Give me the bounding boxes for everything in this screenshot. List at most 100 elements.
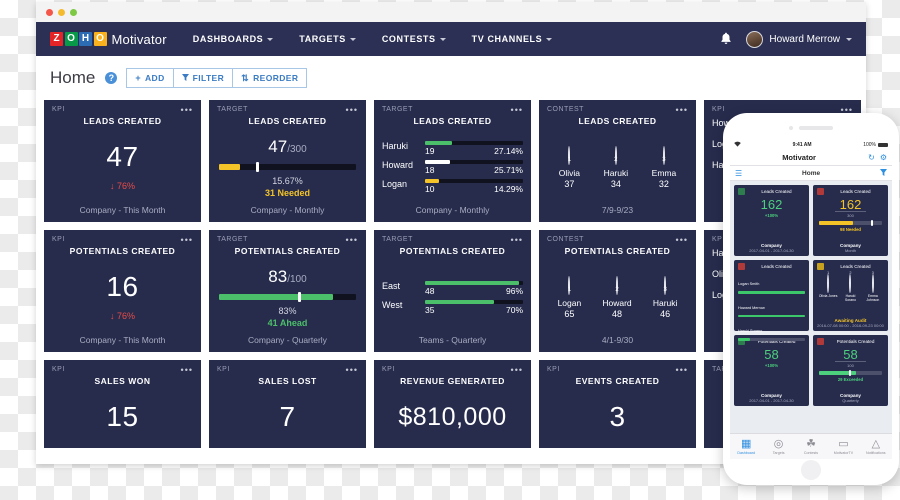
phone-tab-notifications[interactable]: △ Notifications — [860, 438, 892, 455]
phone-contest-name: Olivia Jones — [818, 294, 838, 298]
phone-leaderboard-fill — [738, 291, 805, 294]
contest-person[interactable]: 3 Emma32 — [652, 145, 676, 189]
phone-leaderboard-row: Howard Merrow — [738, 296, 805, 317]
card-menu-icon[interactable]: ••• — [346, 106, 358, 115]
phone-card-footer-secondary: 2017-04-01 - 2017-04-30 — [749, 248, 794, 253]
phone-card-title: Potentials Created — [836, 339, 875, 344]
kpi-value: 3 — [609, 401, 626, 432]
contest-score: 37 — [564, 178, 575, 189]
phone-tab-targets[interactable]: ◎ Targets — [762, 438, 794, 455]
card-menu-icon[interactable]: ••• — [346, 366, 358, 375]
card-body: 1 Logan65 2 Howard48 3 Haruki46 — [547, 256, 688, 335]
card-menu-icon[interactable]: ••• — [511, 106, 523, 115]
avatar — [827, 274, 830, 293]
contest-person[interactable]: 2 Haruki34 — [604, 145, 628, 189]
card-menu-icon[interactable]: ••• — [511, 236, 523, 245]
card-menu-icon[interactable]: ••• — [676, 236, 688, 245]
card-menu-icon[interactable]: ••• — [181, 106, 193, 115]
dashboard-card[interactable]: TARGET ••• POTENTIALS CREATED 83/100 83% 41 A… — [209, 230, 366, 352]
phone-card[interactable]: Leads Created 162 +100% Company 2017-04-01 -… — [734, 185, 809, 256]
card-menu-icon[interactable]: ••• — [181, 366, 193, 375]
leaderboard-fill — [425, 280, 520, 285]
dashboard-card[interactable]: CONTEST ••• POTENTIALS CREATED 1 Logan65 2 How… — [539, 230, 696, 352]
phone-card[interactable]: Potentials Created 58 100 29 Exceeded Compan… — [813, 335, 888, 406]
dashboard-card[interactable]: TARGET ••• LEADS CREATED Haruki 19 27.14% Howa… — [374, 100, 531, 222]
window-maximize-dot[interactable] — [70, 8, 77, 16]
card-footer: Teams - Quarterly — [418, 335, 487, 345]
card-menu-icon[interactable]: ••• — [346, 236, 358, 245]
leaderboard-name: Howard — [382, 160, 414, 170]
dashboard-card[interactable]: TARGET ••• POTENTIALS CREATED East 48 96% West… — [374, 230, 531, 352]
phone-tab-contests[interactable]: ☘ Contests — [795, 438, 827, 455]
target-status: 31 Needed — [264, 188, 311, 198]
contest-rank-badge: 1 — [568, 157, 571, 163]
dashboard-card[interactable]: KPI ••• LEADS CREATED 47 ↓ 76% Company - This… — [44, 100, 201, 222]
phone-tab-bar: ▦ Dashboard ◎ Targets ☘ Contests ▭ MotivatorTV △… — [730, 433, 892, 459]
phone-card-grid: Leads Created 162 +100% Company 2017-04-01 -… — [730, 181, 892, 433]
window-minimize-dot[interactable] — [58, 8, 65, 16]
nav-item-dashboards[interactable]: DASHBOARDS — [193, 34, 274, 44]
nav-item-tv-channels[interactable]: TV CHANNELS — [472, 34, 553, 44]
contest-person[interactable]: 1 Logan65 — [558, 275, 581, 319]
card-menu-icon[interactable]: ••• — [511, 366, 523, 375]
phone-card[interactable]: Potentials Created 58 +100% Company 2017-04-… — [734, 335, 809, 406]
gear-icon[interactable]: ⚙ — [880, 153, 887, 162]
user-name-label: Howard Merrow — [769, 33, 840, 45]
card-footer: Company - Monthly — [250, 205, 325, 215]
add-button-label: ADD — [145, 73, 165, 83]
target-percent: 15.67% — [272, 176, 303, 186]
logo-letter-z: Z — [50, 32, 63, 46]
filter-button[interactable]: FILTER — [172, 68, 234, 88]
phone-tab-dashboard[interactable]: ▦ Dashboard — [730, 438, 762, 455]
dashboard-card[interactable]: CONTEST•••LEADS CREATED1Olivia372Haruki3… — [539, 100, 696, 222]
phone-leaderboard-name: Howard Merrow — [738, 305, 765, 310]
card-menu-icon[interactable]: ••• — [676, 366, 688, 375]
notifications-bell-icon[interactable] — [720, 32, 732, 47]
contest-score: 34 — [610, 178, 621, 189]
dashboard-card[interactable]: KPI ••• POTENTIALS CREATED 16 ↓ 76% Company -… — [44, 230, 201, 352]
window-close-dot[interactable] — [46, 8, 53, 16]
kpi-value: 7 — [279, 401, 296, 432]
phone-home-button[interactable] — [801, 460, 821, 480]
app-logo[interactable]: Z O H O Motivator — [50, 32, 167, 47]
user-menu[interactable]: Howard Merrow — [746, 30, 852, 48]
dashboard-card[interactable]: TARGET ••• LEADS CREATED 47/300 15.67% 31 Nee… — [209, 100, 366, 222]
phone-card-footer: Company 2017-04-01 - 2017-04-30 — [738, 243, 805, 253]
phone-tab-motivatortv[interactable]: ▭ MotivatorTV — [827, 438, 859, 455]
card-title: LEADS CREATED — [83, 116, 162, 126]
leaderboard-percent: 25.71% — [494, 165, 523, 175]
dashboard-card[interactable]: KPI ••• REVENUE GENERATED $810,000 — [374, 360, 531, 448]
dashboard-card[interactable]: KPI ••• SALES WON 15 — [44, 360, 201, 448]
card-type-label: KPI — [547, 366, 560, 373]
dashboard-card[interactable]: KPI ••• SALES LOST 7 — [209, 360, 366, 448]
hamburger-menu-icon[interactable]: ☰ — [735, 169, 742, 178]
phone-card[interactable]: Leads Created 1 Olivia Jones 2 Haruki Sorano… — [813, 260, 888, 331]
leaderboard-value: 19 — [425, 146, 435, 156]
phone-progress-marker — [849, 370, 852, 376]
phone-card[interactable]: Leads Created 162 300 98 Needed Company Month — [813, 185, 888, 256]
add-button[interactable]: + ADD — [126, 68, 174, 88]
card-title: POTENTIALS CREATED — [564, 246, 671, 256]
phone-card-type-icon — [817, 338, 824, 345]
dashboard-card[interactable]: KPI ••• EVENTS CREATED 3 — [539, 360, 696, 448]
phone-contest-person[interactable]: 2 Haruki Sorano — [840, 271, 860, 303]
contest-person[interactable]: 2 Howard48 — [602, 275, 632, 319]
card-menu-icon[interactable]: ••• — [181, 236, 193, 245]
phone-card[interactable]: Leads Created Logan Smith Howard Merrow Har… — [734, 260, 809, 353]
card-menu-icon[interactable]: ••• — [676, 106, 688, 115]
reorder-button[interactable]: ⇅ REORDER — [232, 68, 308, 88]
card-body: Haruki 19 27.14% Howard 18 25.71% Logan 10 14.29… — [382, 126, 523, 205]
contest-person[interactable]: 3 Haruki46 — [653, 275, 677, 319]
card-type-label: KPI — [382, 366, 395, 373]
nav-item-contests[interactable]: CONTESTS — [382, 34, 446, 44]
contest-person[interactable]: 1 Olivia37 — [559, 145, 580, 189]
target-status: 41 Ahead — [267, 318, 308, 328]
phone-contest-person[interactable]: 3 Emma Johnson — [863, 271, 883, 303]
nav-item-targets[interactable]: TARGETS — [299, 34, 356, 44]
phone-card-title: Leads Created — [761, 264, 792, 269]
filter-icon[interactable] — [880, 168, 887, 178]
phone-contest-person[interactable]: 1 Olivia Jones — [818, 271, 838, 303]
help-icon[interactable]: ? — [105, 72, 118, 84]
refresh-icon[interactable]: ↻ — [868, 153, 875, 162]
nav-label-targets: TARGETS — [299, 34, 346, 44]
